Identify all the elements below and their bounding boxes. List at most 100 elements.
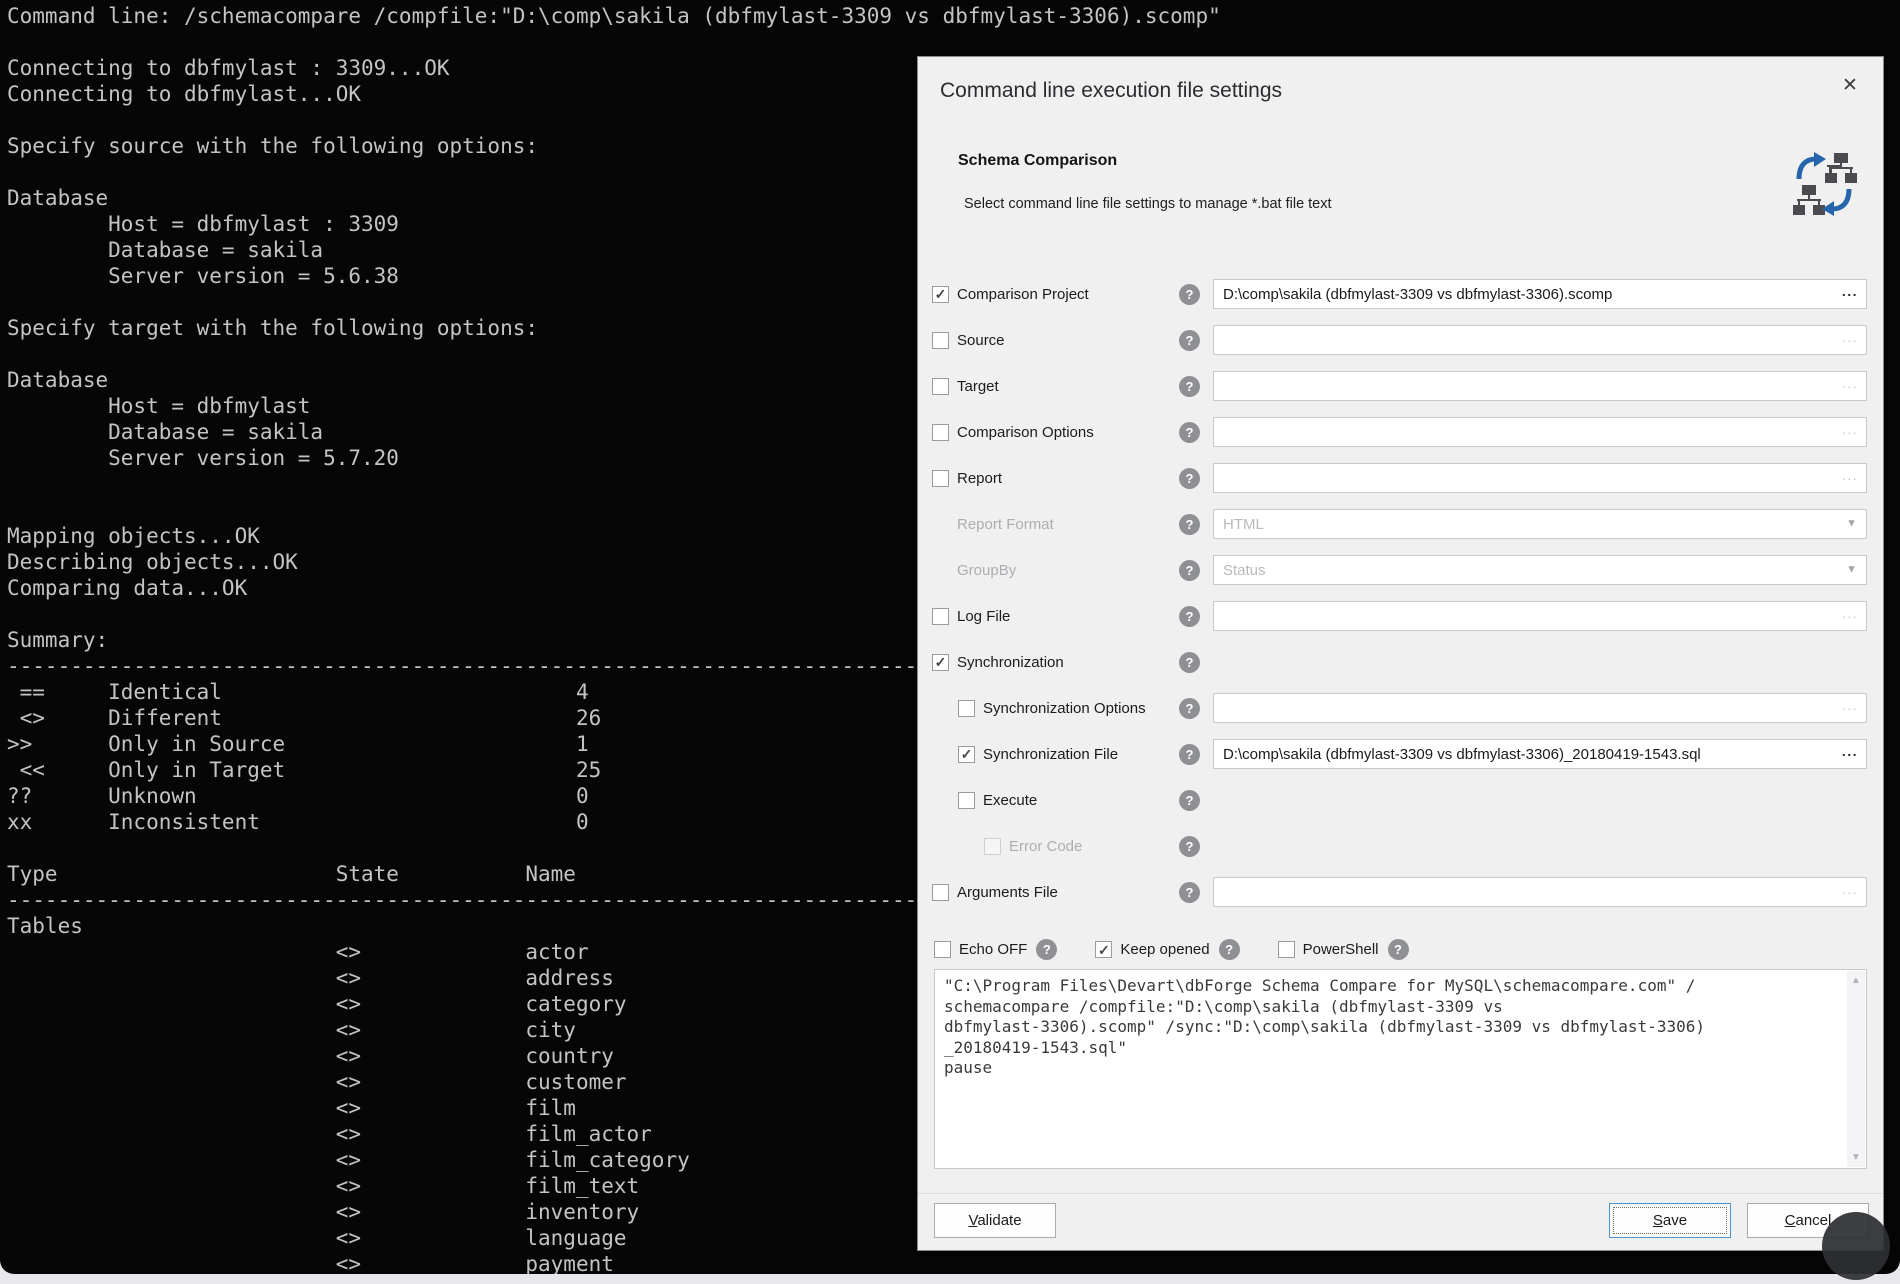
field-wrap: ... xyxy=(1213,371,1867,401)
source-checkbox[interactable] xyxy=(932,332,949,349)
row-field-comparison-project[interactable]: D:\comp\sakila (dbfmylast-3309 vs dbfmyl… xyxy=(1213,279,1867,309)
row-field-report[interactable]: ... xyxy=(1213,463,1867,493)
scroll-down-icon[interactable]: ▼ xyxy=(1851,1152,1861,1163)
scroll-up-icon[interactable]: ▲ xyxy=(1851,975,1861,986)
row-field-target[interactable]: ... xyxy=(1213,371,1867,401)
help-icon[interactable]: ? xyxy=(1179,882,1200,903)
report-checkbox[interactable] xyxy=(932,470,949,487)
help-icon[interactable]: ? xyxy=(1388,939,1409,960)
row-label-group: ✓ Comparison Project xyxy=(932,286,1179,303)
browse-button[interactable]: ... xyxy=(1842,882,1858,896)
cursor-highlight xyxy=(1822,1212,1890,1280)
form-row-execute: Execute? xyxy=(932,785,1867,815)
row-label: Synchronization File xyxy=(983,746,1118,763)
powershell-checkbox[interactable] xyxy=(1278,941,1295,958)
row-field-comparison-options[interactable]: ... xyxy=(1213,417,1867,447)
browse-button[interactable]: ... xyxy=(1842,376,1858,390)
form-row-groupby: GroupBy? Status▼ xyxy=(932,555,1867,585)
row-label: Execute xyxy=(983,792,1037,809)
row-label-group: Execute xyxy=(932,792,1179,809)
validate-button-label: Validate xyxy=(968,1212,1021,1229)
field-wrap: ... xyxy=(1213,601,1867,631)
field-value: Status xyxy=(1223,562,1266,579)
row-field-log-file[interactable]: ... xyxy=(1213,601,1867,631)
log-file-checkbox[interactable] xyxy=(932,608,949,625)
form-row-synchronization: ✓Synchronization? xyxy=(932,647,1867,677)
row-field-source[interactable]: ... xyxy=(1213,325,1867,355)
comparison-project-checkbox[interactable]: ✓ xyxy=(932,286,949,303)
row-field-synchronization-file[interactable]: D:\comp\sakila (dbfmylast-3309 vs dbfmyl… xyxy=(1213,739,1867,769)
echo-off-checkbox[interactable] xyxy=(934,941,951,958)
footer-separator xyxy=(918,1193,1883,1194)
browse-button[interactable]: ... xyxy=(1842,606,1858,620)
help-icon[interactable]: ? xyxy=(1179,606,1200,627)
bat-file-textarea[interactable]: "C:\Program Files\Devart\dbForge Schema … xyxy=(934,969,1867,1169)
field-value: D:\comp\sakila (dbfmylast-3309 vs dbfmyl… xyxy=(1223,746,1701,763)
form-row-source: Source?... xyxy=(932,325,1867,355)
row-field-synchronization-options[interactable]: ... xyxy=(1213,693,1867,723)
browse-button[interactable]: ... xyxy=(1842,284,1858,298)
browse-button[interactable]: ... xyxy=(1842,330,1858,344)
row-label-group: ✓ Synchronization File xyxy=(932,746,1179,763)
help-icon[interactable]: ? xyxy=(1036,939,1057,960)
field-wrap: ... xyxy=(1213,463,1867,493)
help-icon[interactable]: ? xyxy=(1179,744,1200,765)
help-icon[interactable]: ? xyxy=(1179,698,1200,719)
keep-opened-checkbox[interactable]: ✓ xyxy=(1095,941,1112,958)
comparison-options-checkbox[interactable] xyxy=(932,424,949,441)
synchronization-checkbox[interactable]: ✓ xyxy=(932,654,949,671)
help-icon[interactable]: ? xyxy=(1179,652,1200,673)
row-label-group: Comparison Options xyxy=(932,424,1179,441)
command-line-settings-dialog: Command line execution file settings ✕ S… xyxy=(917,56,1884,1251)
settings-form: ✓ Comparison Project? D:\comp\sakila (dbfm… xyxy=(932,279,1867,923)
browse-button[interactable]: ... xyxy=(1842,468,1858,482)
arguments-file-checkbox[interactable] xyxy=(932,884,949,901)
help-icon[interactable]: ? xyxy=(1179,468,1200,489)
browse-button[interactable]: ... xyxy=(1842,744,1858,758)
help-icon[interactable]: ? xyxy=(1179,790,1200,811)
help-icon[interactable]: ? xyxy=(1179,560,1200,581)
option-echo-off: Echo OFF? xyxy=(934,939,1057,960)
help-icon[interactable]: ? xyxy=(1219,939,1240,960)
help-icon[interactable]: ? xyxy=(1179,422,1200,443)
row-label: Comparison Project xyxy=(957,286,1089,303)
dialog-titlebar[interactable]: Command line execution file settings ✕ xyxy=(918,57,1883,113)
save-button[interactable]: Save xyxy=(1609,1203,1731,1238)
help-icon[interactable]: ? xyxy=(1179,284,1200,305)
row-label-group: GroupBy xyxy=(932,562,1179,579)
field-wrap: ... xyxy=(1213,417,1867,447)
field-wrap: ... xyxy=(1213,693,1867,723)
row-label: Target xyxy=(957,378,999,395)
save-button-label: Save xyxy=(1653,1212,1687,1229)
row-field-arguments-file[interactable]: ... xyxy=(1213,877,1867,907)
execute-checkbox[interactable] xyxy=(958,792,975,809)
error-code-checkbox[interactable] xyxy=(984,838,1001,855)
dropdown-arrow-icon: ▼ xyxy=(1846,519,1857,530)
bat-options-row: Echo OFF?✓Keep opened?PowerShell? xyxy=(934,939,1447,960)
validate-button[interactable]: Validate xyxy=(934,1203,1056,1238)
row-label: Report Format xyxy=(957,516,1054,533)
form-row-arguments-file: Arguments File?... xyxy=(932,877,1867,907)
field-wrap: Status▼ xyxy=(1213,555,1867,585)
help-icon[interactable]: ? xyxy=(1179,330,1200,351)
help-icon[interactable]: ? xyxy=(1179,836,1200,857)
close-icon[interactable]: ✕ xyxy=(1835,71,1865,101)
option-label: Echo OFF xyxy=(959,941,1027,958)
browse-button[interactable]: ... xyxy=(1842,422,1858,436)
section-description: Select command line file settings to man… xyxy=(964,196,1332,212)
help-icon[interactable]: ? xyxy=(1179,376,1200,397)
row-label-group: Report Format xyxy=(932,516,1179,533)
synchronization-options-checkbox[interactable] xyxy=(958,700,975,717)
row-label-group: Source xyxy=(932,332,1179,349)
textarea-scrollbar[interactable]: ▲ ▼ xyxy=(1847,971,1865,1167)
form-row-target: Target?... xyxy=(932,371,1867,401)
target-checkbox[interactable] xyxy=(932,378,949,395)
help-icon[interactable]: ? xyxy=(1179,514,1200,535)
row-field-report-format: HTML▼ xyxy=(1213,509,1867,539)
option-label: Keep opened xyxy=(1120,941,1209,958)
row-label: GroupBy xyxy=(957,562,1016,579)
form-row-synchronization-file: ✓ Synchronization File? D:\comp\sakila (db… xyxy=(932,739,1867,769)
browse-button[interactable]: ... xyxy=(1842,698,1858,712)
field-wrap: D:\comp\sakila (dbfmylast-3309 vs dbfmyl… xyxy=(1213,279,1867,309)
synchronization-file-checkbox[interactable]: ✓ xyxy=(958,746,975,763)
